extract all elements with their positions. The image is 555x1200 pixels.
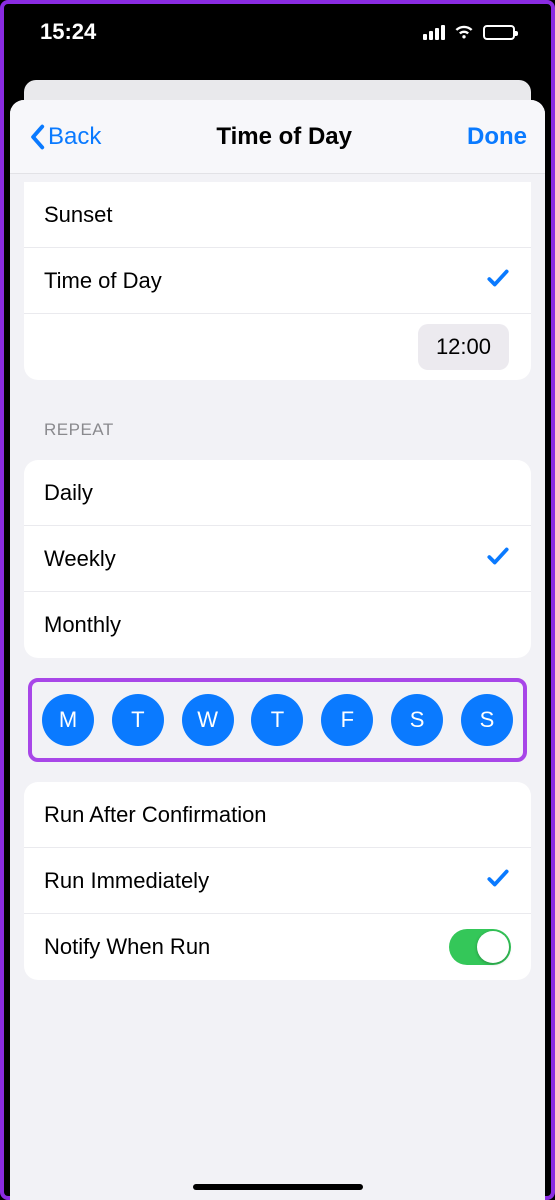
navbar: Back Time of Day Done (10, 100, 545, 174)
day-thursday[interactable]: T (251, 694, 303, 746)
day-wednesday[interactable]: W (182, 694, 234, 746)
status-icons (423, 24, 515, 40)
chevron-left-icon (28, 124, 46, 150)
wifi-icon (453, 24, 475, 40)
row-sunset[interactable]: Sunset (24, 182, 531, 248)
run-group: Run After Confirmation Run Immediately N… (24, 782, 531, 980)
repeat-group: Daily Weekly Monthly (24, 460, 531, 658)
trigger-group: Sunset Time of Day 12:00 (24, 182, 531, 380)
time-picker-chip[interactable]: 12:00 (418, 324, 509, 370)
row-daily[interactable]: Daily (24, 460, 531, 526)
row-label: Daily (44, 480, 93, 506)
row-time-of-day[interactable]: Time of Day (24, 248, 531, 314)
day-friday[interactable]: F (321, 694, 373, 746)
row-run-immediately[interactable]: Run Immediately (24, 848, 531, 914)
day-tuesday[interactable]: T (112, 694, 164, 746)
row-label: Sunset (44, 202, 113, 228)
row-label: Run After Confirmation (44, 802, 267, 828)
row-label: Notify When Run (44, 934, 210, 960)
modal-sheet: Back Time of Day Done Sunset Time of Day… (10, 100, 545, 1200)
day-saturday[interactable]: S (391, 694, 443, 746)
row-notify-when-run: Notify When Run (24, 914, 531, 980)
repeat-header: REPEAT (10, 392, 545, 448)
checkmark-icon (485, 543, 511, 575)
checkmark-icon (485, 865, 511, 897)
day-sunday[interactable]: S (461, 694, 513, 746)
row-label: Run Immediately (44, 868, 209, 894)
day-picker: M T W T F S S (28, 678, 527, 762)
checkmark-icon (485, 265, 511, 297)
status-time: 15:24 (40, 19, 96, 45)
day-monday[interactable]: M (42, 694, 94, 746)
row-label: Weekly (44, 546, 116, 572)
back-button[interactable]: Back (28, 123, 101, 151)
page-title: Time of Day (216, 123, 352, 151)
row-time-picker: 12:00 (24, 314, 531, 380)
cellular-icon (423, 25, 445, 40)
row-label: Monthly (44, 612, 121, 638)
background-card (24, 80, 531, 100)
time-value: 12:00 (436, 334, 491, 359)
row-monthly[interactable]: Monthly (24, 592, 531, 658)
home-indicator[interactable] (193, 1184, 363, 1190)
row-label: Time of Day (44, 268, 162, 294)
toggle-knob (477, 931, 509, 963)
back-label: Back (48, 123, 101, 151)
row-run-after-confirmation[interactable]: Run After Confirmation (24, 782, 531, 848)
status-bar: 15:24 (4, 4, 551, 60)
row-weekly[interactable]: Weekly (24, 526, 531, 592)
battery-icon (483, 25, 515, 40)
notify-toggle[interactable] (449, 929, 511, 965)
done-button[interactable]: Done (467, 123, 527, 151)
content: Sunset Time of Day 12:00 REPEAT Daily We… (10, 182, 545, 980)
